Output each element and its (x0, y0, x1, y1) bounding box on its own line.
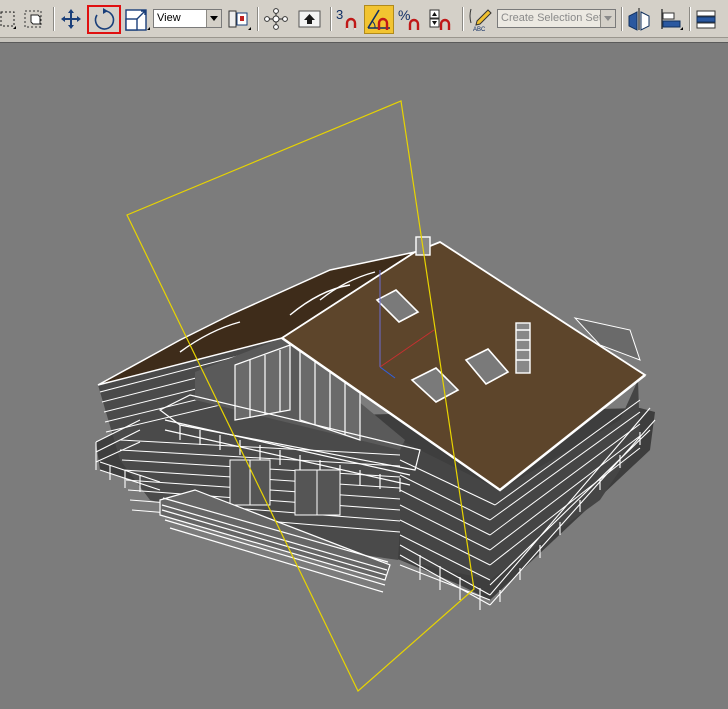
snap-icon: 3 (336, 7, 357, 30)
snaps-toggle-button[interactable]: 3 (335, 6, 361, 32)
pivot-center-button[interactable] (227, 6, 253, 32)
layer-manager-button[interactable] (694, 6, 722, 32)
spinner-snap-icon (429, 9, 451, 30)
move-icon (61, 9, 81, 29)
toolbar-separator (621, 7, 623, 31)
spinner-snap-button[interactable] (428, 6, 454, 32)
toolbar-separator (257, 7, 259, 31)
manipulate-icon (264, 8, 288, 30)
select-scale-button[interactable] (125, 6, 151, 32)
angle-snap-icon (367, 9, 390, 30)
named-selection-set-dropdown[interactable]: Create Selection Set (497, 9, 616, 28)
edit-named-selection-label: ABC (473, 27, 486, 32)
mirror-icon (628, 8, 650, 31)
edit-named-selection-button[interactable]: ABC (468, 6, 494, 32)
angle-snap-button[interactable] (364, 5, 394, 34)
window-crossing-button[interactable] (22, 6, 48, 32)
select-move-button[interactable] (58, 6, 84, 32)
select-region-icon (0, 11, 16, 29)
reference-coordinate-dropdown[interactable]: View (153, 9, 222, 28)
toolbar-separator (330, 7, 332, 31)
percent-snap-label: % (398, 7, 410, 23)
chevron-down-icon[interactable] (206, 10, 221, 27)
align-button[interactable] (658, 6, 684, 32)
select-region-button[interactable] (0, 6, 18, 32)
window-crossing-icon (24, 10, 42, 28)
percent-snap-icon: % (398, 7, 420, 30)
scale-icon (125, 9, 150, 31)
toolbar-separator (689, 7, 691, 31)
edit-named-selection-icon: ABC (469, 8, 492, 32)
main-toolbar: View 3 % ABC Create Selection Set (0, 0, 728, 38)
select-rotate-button[interactable] (87, 5, 121, 34)
named-selection-set-placeholder: Create Selection Set (501, 12, 602, 24)
perspective-viewport[interactable] (0, 43, 728, 709)
chevron-down-icon[interactable] (600, 10, 615, 27)
layer-manager-icon (696, 10, 716, 29)
rotate-icon (94, 8, 115, 30)
snap-label: 3 (336, 7, 343, 22)
select-manipulate-button[interactable] (263, 6, 289, 32)
percent-snap-button[interactable]: % (397, 6, 423, 32)
align-icon (661, 9, 683, 30)
pivot-center-icon (228, 10, 251, 30)
mirror-button[interactable] (626, 6, 652, 32)
toolbar-separator (53, 7, 55, 31)
keyboard-shortcut-override-button[interactable] (297, 6, 323, 32)
reference-coordinate-value: View (157, 12, 181, 24)
house-model[interactable] (0, 43, 728, 709)
toolbar-separator (462, 7, 464, 31)
keyboard-override-icon (298, 10, 321, 28)
